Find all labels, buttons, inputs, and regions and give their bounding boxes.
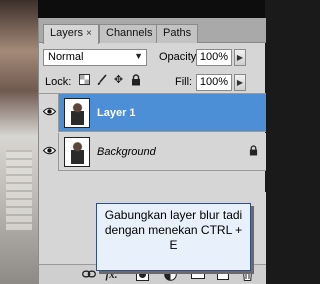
layer-thumbnail bbox=[64, 137, 90, 167]
padlock-icon bbox=[249, 145, 258, 159]
blend-mode-select[interactable]: Normal ▼ bbox=[43, 49, 147, 66]
tab-paths[interactable]: Paths bbox=[156, 24, 199, 43]
eye-icon bbox=[43, 107, 56, 116]
fill-slider-arrow-icon[interactable]: ▶ bbox=[234, 74, 246, 91]
tab-channels-label: Channels bbox=[106, 27, 153, 39]
move-lock-icon[interactable]: ✥ bbox=[112, 74, 125, 87]
opacity-input[interactable]: 100% bbox=[196, 49, 232, 66]
tab-paths-label: Paths bbox=[163, 27, 192, 39]
transparent-pixels-lock-icon[interactable] bbox=[78, 74, 91, 87]
opacity-slider-arrow-icon[interactable]: ▶ bbox=[234, 49, 246, 66]
eye-icon bbox=[43, 146, 56, 155]
close-icon[interactable]: × bbox=[86, 28, 92, 39]
layer-name: Layer 1 bbox=[97, 107, 136, 119]
brush-lock-icon[interactable] bbox=[95, 74, 108, 87]
layer-row-background[interactable]: Background bbox=[39, 133, 266, 171]
layers-panel: Layers × Channels Paths Normal ▼ Opacity:… bbox=[38, 18, 266, 284]
panel-tabbar: Layers × Channels Paths bbox=[39, 18, 266, 44]
tab-layers-label: Layers bbox=[50, 27, 84, 39]
fill-label: Fill: bbox=[175, 76, 193, 88]
fill-input[interactable]: 100% bbox=[196, 74, 232, 91]
background-photo bbox=[0, 0, 38, 284]
padlock-icon[interactable] bbox=[129, 74, 142, 87]
callout-text: Gabungkan layer blur tadi dengan menekan… bbox=[104, 208, 243, 252]
chevron-down-icon: ▼ bbox=[134, 51, 143, 61]
tab-channels[interactable]: Channels bbox=[99, 24, 160, 43]
link-icon[interactable] bbox=[81, 268, 96, 282]
lock-label: Lock: bbox=[45, 76, 72, 88]
opacity-label: Opacity: bbox=[159, 51, 200, 63]
layer-thumbnail bbox=[64, 98, 90, 128]
tab-layers[interactable]: Layers × bbox=[43, 24, 99, 44]
layer-name: Background bbox=[97, 146, 156, 158]
blend-mode-value: Normal bbox=[48, 51, 84, 63]
canvas-backdrop bbox=[38, 0, 265, 18]
layer-row-layer-1[interactable]: Layer 1 bbox=[39, 94, 266, 132]
visibility-toggle[interactable] bbox=[39, 133, 59, 171]
instruction-callout: Gabungkan layer blur tadi dengan menekan… bbox=[96, 203, 251, 271]
visibility-toggle[interactable] bbox=[39, 94, 59, 132]
